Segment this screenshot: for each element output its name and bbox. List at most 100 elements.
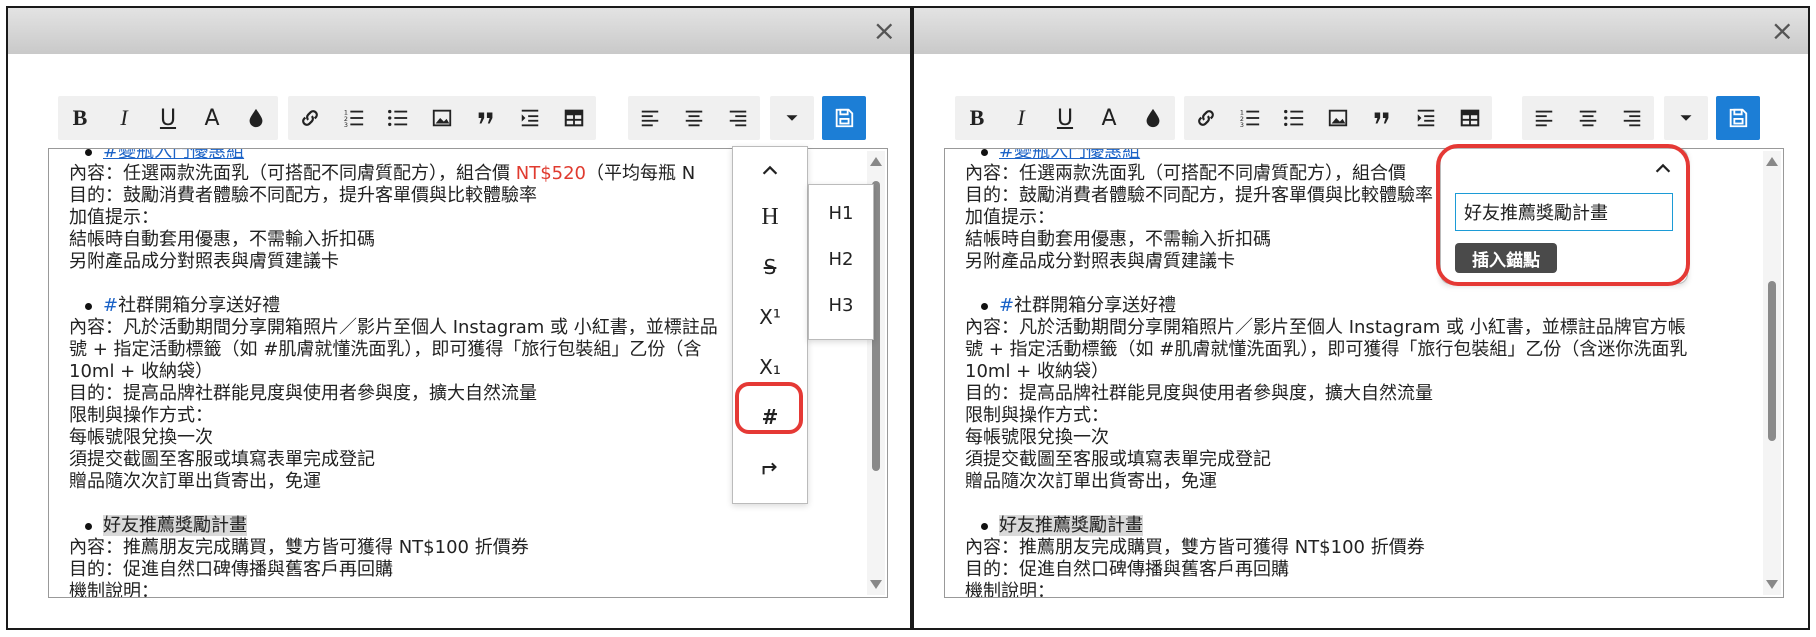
more-tools-dropdown: H S X¹ X₁ # <box>732 146 808 504</box>
heading-button[interactable]: H <box>733 195 807 239</box>
insert-group: 123 <box>1184 96 1492 140</box>
text-line: 號 + 指定活動標籤（如 #肌膚就懂洗面乳），即可獲得「旅行包裝組」乙份（含 <box>69 339 702 360</box>
align-center-icon[interactable] <box>1566 96 1610 140</box>
quote-icon[interactable] <box>464 96 508 140</box>
text-line: 每帳號限兌換一次 <box>965 427 1109 448</box>
align-group <box>1522 96 1654 140</box>
scroll-up-icon[interactable] <box>1766 157 1778 166</box>
chevron-down-icon[interactable] <box>1664 96 1708 140</box>
link-icon[interactable] <box>288 96 332 140</box>
strikethrough-button[interactable]: S <box>733 245 807 289</box>
text-line: 內容：推薦朋友完成購買，雙方皆可獲得 NT$100 折價券 <box>965 537 1425 558</box>
text-line: 目的：促進自然口碑傳播與舊客戶再回購 <box>965 559 1289 580</box>
text-line: 內容：凡於活動期間分享開箱照片／影片至個人 Instagram 或 小紅書，並標… <box>69 317 718 338</box>
align-right-icon[interactable] <box>1610 96 1654 140</box>
text-line: 機制說明： <box>965 581 1055 598</box>
document-content: #變瓶入門優惠組 內容：任選兩款洗面乳（可搭配不同膚質配方），組合價 NT$52… <box>69 149 718 598</box>
indent-icon[interactable] <box>508 96 552 140</box>
dialog-titlebar: × <box>8 8 910 54</box>
text-line: 贈品隨次次訂單出貨寄出，免運 <box>965 471 1217 492</box>
save-button[interactable] <box>822 96 866 140</box>
scroll-up-icon[interactable] <box>870 157 882 166</box>
text-line: 須提交截圖至客服或填寫表單完成登記 <box>69 449 375 470</box>
text-line: 機制說明： <box>69 581 159 598</box>
text-line: 限制與操作方式： <box>69 405 213 426</box>
list-item: 好友推薦獎勵計畫 <box>69 515 718 537</box>
scroll-thumb[interactable] <box>1768 281 1776 441</box>
list-item: #變瓶入門優惠組 <box>69 149 718 163</box>
color-drop-icon[interactable] <box>234 96 278 140</box>
save-icon <box>1729 108 1748 128</box>
text-line: 贈品隨次次訂單出貨寄出，免運 <box>69 471 321 492</box>
heading-option-h2[interactable]: H2 <box>809 237 873 281</box>
heading-option-h3[interactable]: H3 <box>809 283 873 327</box>
text-line: 加值提示： <box>69 207 159 228</box>
align-right-icon[interactable] <box>716 96 760 140</box>
text-format-group: B I U A <box>955 96 1175 140</box>
text-line: 內容：推薦朋友完成購買，雙方皆可獲得 NT$100 折價券 <box>69 537 529 558</box>
align-left-icon[interactable] <box>628 96 672 140</box>
ordered-list-icon[interactable]: 123 <box>332 96 376 140</box>
link-icon[interactable] <box>1184 96 1228 140</box>
image-icon[interactable] <box>1316 96 1360 140</box>
svg-text:3: 3 <box>344 121 348 129</box>
highlight-callout <box>1436 144 1690 286</box>
list-item: 好友推薦獎勵計畫 <box>965 515 1687 537</box>
color-drop-icon[interactable] <box>1131 96 1175 140</box>
quote-icon[interactable] <box>1360 96 1404 140</box>
editor-toolbar: B I U A 123 <box>914 96 1804 140</box>
table-icon[interactable] <box>1448 96 1492 140</box>
italic-button[interactable]: I <box>999 96 1043 140</box>
bullet-list-icon[interactable] <box>376 96 420 140</box>
indent-icon[interactable] <box>1404 96 1448 140</box>
list-item: #社群開箱分享送好禮 <box>965 295 1687 317</box>
align-center-icon[interactable] <box>672 96 716 140</box>
text-line: 目的：提高品牌社群能見度與使用者參與度，擴大自然流量 <box>965 383 1433 404</box>
close-icon[interactable]: × <box>1771 16 1794 46</box>
editor-dialog-left: × B I U A 123 #變瓶入門優惠組 內容：任選兩款洗面乳（可搭配不同膚… <box>6 6 912 630</box>
text-format-group: B I U A <box>58 96 278 140</box>
svg-text:3: 3 <box>1240 121 1244 129</box>
text-line: 目的：鼓勵消費者體驗不同配方，提升客單價與比較體驗率 <box>69 185 537 206</box>
bold-button[interactable]: B <box>955 96 999 140</box>
heading-option-h1[interactable]: H1 <box>809 191 873 235</box>
insert-group: 123 <box>288 96 596 140</box>
editor-toolbar: B I U A 123 <box>8 96 908 140</box>
text-line: 內容：任選兩款洗面乳（可搭配不同膚質配方），組合價 NT$520（平均每瓶 N <box>69 163 696 184</box>
table-icon[interactable] <box>552 96 596 140</box>
scroll-down-icon[interactable] <box>1766 580 1778 589</box>
font-size-button[interactable]: A <box>1087 96 1131 140</box>
align-group <box>628 96 760 140</box>
italic-button[interactable]: I <box>102 96 146 140</box>
text-line: 結帳時自動套用優惠，不需輸入折扣碼 <box>69 229 375 250</box>
underline-button[interactable]: U <box>1043 96 1087 140</box>
chevron-up-icon[interactable] <box>733 149 807 193</box>
ordered-list-icon[interactable]: 123 <box>1228 96 1272 140</box>
bullet-list-icon[interactable] <box>1272 96 1316 140</box>
close-icon[interactable]: × <box>873 16 896 46</box>
text-line: 目的：促進自然口碑傳播與舊客戶再回購 <box>69 559 393 580</box>
dialog-titlebar: × <box>914 8 1808 54</box>
redo-arrow-icon[interactable] <box>733 445 807 489</box>
list-item: #社群開箱分享送好禮 <box>69 295 718 317</box>
text-line: 內容：凡於活動期間分享開箱照片／影片至個人 Instagram 或 小紅書，並標… <box>965 317 1686 338</box>
save-icon <box>835 108 854 128</box>
text-line: 每帳號限兌換一次 <box>69 427 213 448</box>
align-left-icon[interactable] <box>1522 96 1566 140</box>
vertical-scrollbar[interactable] <box>1763 151 1781 595</box>
bold-button[interactable]: B <box>58 96 102 140</box>
text-line: 另附產品成分對照表與膚質建議卡 <box>69 251 339 272</box>
superscript-button[interactable]: X¹ <box>733 295 807 339</box>
font-size-button[interactable]: A <box>190 96 234 140</box>
text-line: 須提交截圖至客服或填寫表單完成登記 <box>965 449 1271 470</box>
underline-button[interactable]: U <box>146 96 190 140</box>
text-line: 號 + 指定活動標籤（如 #肌膚就懂洗面乳），即可獲得「旅行包裝組」乙份（含迷你… <box>965 339 1688 360</box>
chevron-down-icon[interactable] <box>770 96 814 140</box>
text-line: 目的：提高品牌社群能見度與使用者參與度，擴大自然流量 <box>69 383 537 404</box>
more-group <box>770 96 814 140</box>
text-line: 10ml + 收納袋） <box>965 361 1109 382</box>
image-icon[interactable] <box>420 96 464 140</box>
more-group <box>1664 96 1708 140</box>
save-button[interactable] <box>1716 96 1760 140</box>
scroll-down-icon[interactable] <box>870 580 882 589</box>
